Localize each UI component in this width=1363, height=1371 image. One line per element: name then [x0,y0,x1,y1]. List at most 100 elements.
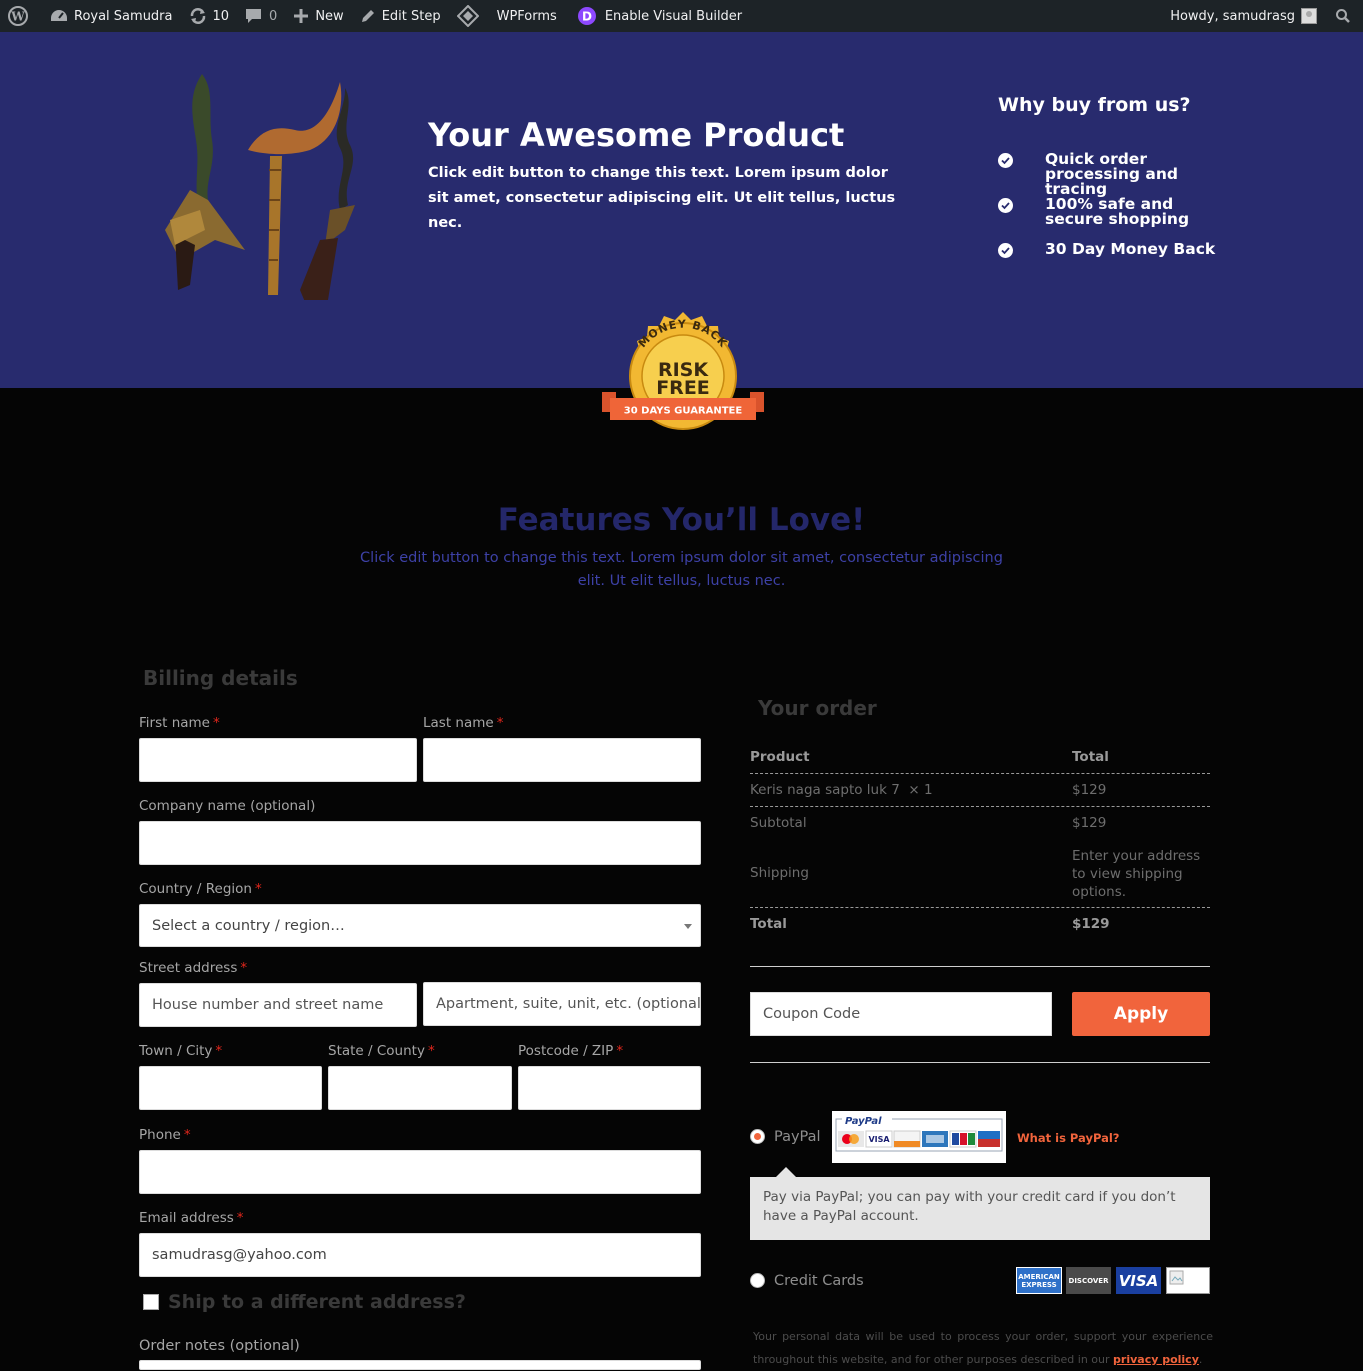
first-name-label: First name * [139,715,220,731]
col-total: Total [1072,749,1109,765]
badge-ribbon-text: 30 DAYS GUARANTEE [624,406,743,417]
email-input[interactable]: samudrasg@yahoo.com [139,1233,701,1277]
svg-text:D: D [582,10,592,24]
comment-icon [246,9,262,23]
chevron-down-icon [684,924,692,929]
comments-count: 0 [269,8,278,24]
features-title: Features You’ll Love! [497,502,866,538]
visa-card-icon: VISA [1116,1267,1161,1294]
privacy-policy-link[interactable]: privacy policy [1113,1353,1199,1366]
ship-different-address[interactable]: Ship to a different address? [143,1291,466,1313]
new-content-link[interactable]: New [285,0,351,32]
subtotal-label: Subtotal [750,815,807,831]
street-input[interactable]: House number and street name [139,983,417,1027]
discover-card-icon: DISCOVER [1066,1267,1111,1294]
refresh-icon [190,8,205,24]
col-product: Product [750,749,810,765]
email-label: Email address * [139,1210,244,1226]
why-item: 100% safe and secure shopping [998,195,1235,228]
order-notes-input[interactable] [139,1360,701,1370]
admin-bar: W Royal Samudra 10 0 New Edit Step WPFor… [0,0,1363,32]
comments-link[interactable]: 0 [237,0,285,32]
check-icon [998,198,1013,213]
total-label: Total [750,916,787,932]
country-label: Country / Region * [139,881,262,897]
search-button[interactable] [1327,0,1363,32]
divider [750,773,1210,774]
svg-text:W: W [10,10,25,24]
wpforms-link[interactable]: WPForms [449,0,565,32]
product-image [165,74,355,300]
why-item-text: Quick order processing and tracing [1045,150,1178,198]
edit-step-link[interactable]: Edit Step [352,0,449,32]
amex-card-icon: AMERICAN EXPRESS [1016,1267,1062,1294]
new-label: New [315,8,344,24]
country-value: Select a country / region… [152,917,345,934]
divider [750,806,1210,807]
phone-label: Phone * [139,1127,191,1143]
dashboard-icon [51,10,67,21]
visual-builder-label: Enable Visual Builder [604,8,743,24]
city-label: Town / City * [139,1043,223,1059]
wpforms-icon [456,5,479,27]
why-title: Why buy from us? [998,94,1191,116]
order-notes-label: Order notes (optional) [139,1338,300,1354]
postcode-label: Postcode / ZIP * [518,1043,624,1059]
why-item-text: 30 Day Money Back [1045,240,1216,258]
shipping-label: Shipping [750,865,809,881]
what-is-paypal-link[interactable]: What is PayPal? [1017,1131,1119,1145]
ship-label: Ship to a different address? [168,1291,466,1313]
credit-cards-radio[interactable] [750,1273,765,1288]
apartment-input[interactable]: Apartment, suite, unit, etc. (optional [423,982,701,1026]
last-name-input[interactable] [423,738,701,782]
paypal-label: PayPal [774,1129,821,1145]
ship-checkbox[interactable] [143,1294,159,1310]
howdy-label: Howdy, samudrasg [1170,8,1295,24]
city-input[interactable] [139,1066,322,1110]
updates-count: 10 [212,8,230,24]
divi-icon: D [577,7,596,25]
item-name: Keris naga sapto luk 7 × 1 [750,782,933,798]
company-label: Company name (optional) [139,798,316,814]
paypal-description: Pay via PayPal; you can pay with your cr… [750,1167,1210,1240]
badge-line2: FREE [656,377,710,399]
street-label: Street address * [139,960,248,976]
wpforms-label: WPForms [496,8,557,24]
last-name-label: Last name * [423,715,504,731]
site-name: Royal Samudra [74,8,173,24]
company-input[interactable] [139,821,701,865]
features-text: Click edit button to change this text. L… [360,550,1003,589]
order-title: Your order [758,696,877,720]
wordpress-logo-icon[interactable]: W [0,0,42,32]
paypal-logo: PayPal VISA [832,1111,1006,1163]
account-menu[interactable]: Howdy, samudrasg [1162,0,1327,32]
apply-coupon-button[interactable]: Apply [1072,992,1210,1036]
svg-text:VISA: VISA [868,1135,890,1144]
coupon-input[interactable]: Coupon Code [750,992,1052,1036]
updates-link[interactable]: 10 [181,0,238,32]
divider [750,907,1210,908]
avatar [1301,8,1317,24]
total-value: $129 [1072,916,1110,932]
item-total: $129 [1072,782,1107,798]
first-name-input[interactable] [139,738,417,782]
edit-step-label: Edit Step [381,8,441,24]
state-label: State / County * [328,1043,435,1059]
why-item: 30 Day Money Back [998,240,1235,258]
phone-input[interactable] [139,1150,701,1194]
site-name-link[interactable]: Royal Samudra [42,0,181,32]
pencil-icon [361,10,374,22]
shipping-value: Enter your address to view shipping opti… [1072,848,1201,900]
money-back-badge: MONEY BACK RISK FREE 30 DAYS GUARANTEE [600,308,766,452]
country-select[interactable]: Select a country / region… [139,904,701,947]
check-icon [998,243,1013,258]
visual-builder-link[interactable]: D Enable Visual Builder [569,0,750,32]
paypal-radio[interactable] [750,1129,765,1144]
broken-image-icon [1166,1267,1210,1294]
search-icon [1336,9,1350,23]
privacy-notice: Your personal data will be used to proce… [753,1330,1213,1366]
check-icon [998,153,1013,168]
why-item-text: 100% safe and secure shopping [1045,195,1190,228]
state-input[interactable] [328,1066,512,1110]
postcode-input[interactable] [518,1066,701,1110]
